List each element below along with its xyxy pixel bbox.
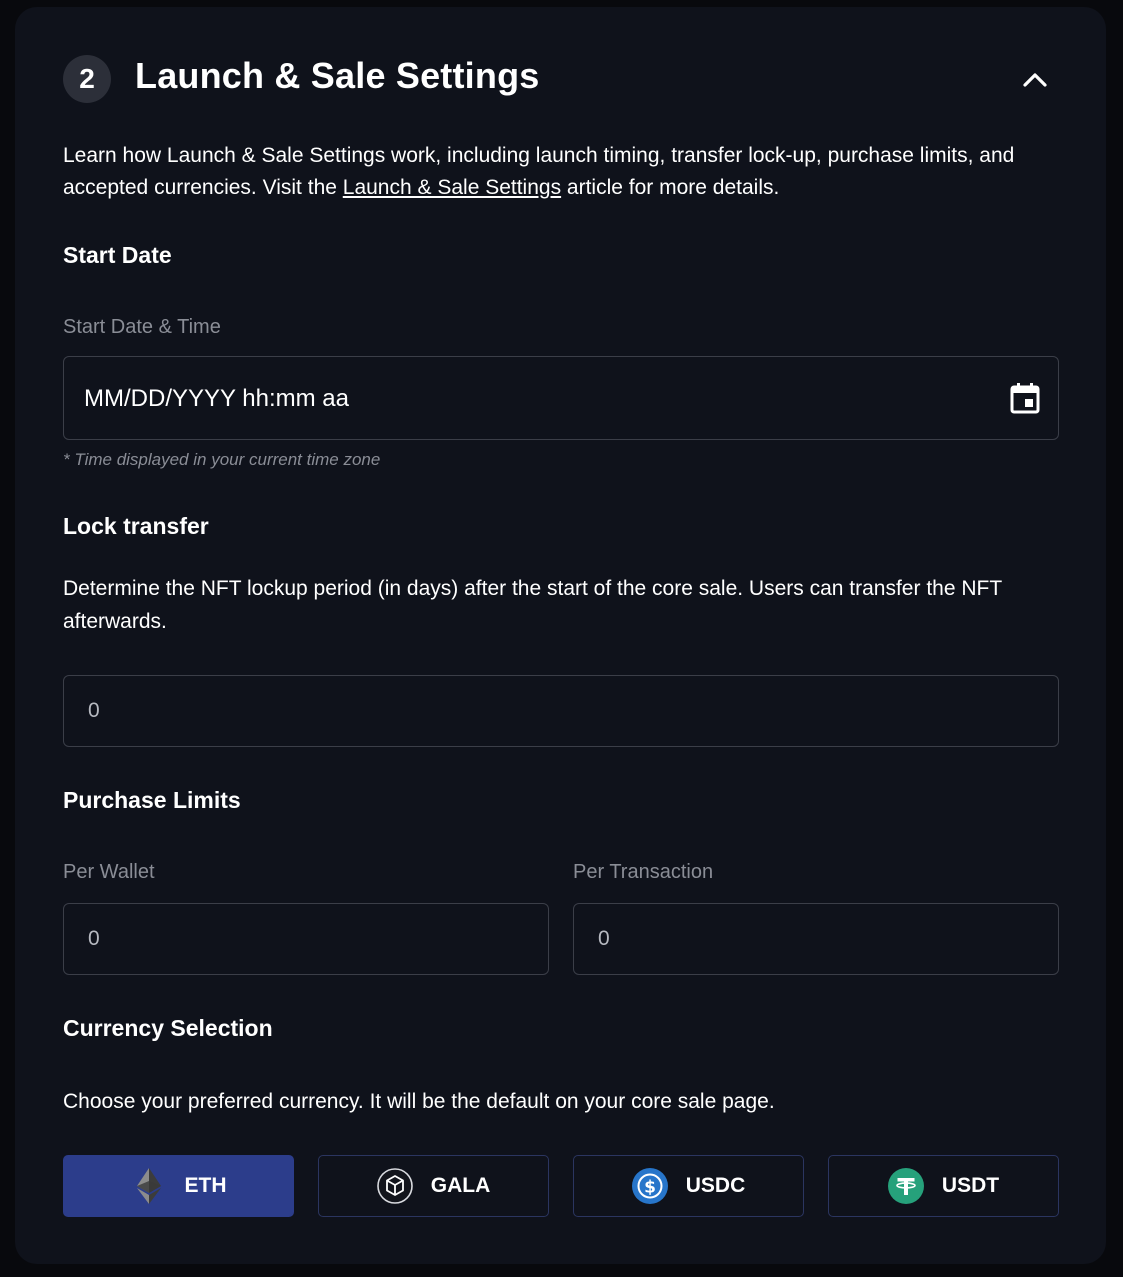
start-date-heading: Start Date [63,242,172,268]
per-wallet-input[interactable]: 0 [63,903,549,975]
currency-label-eth: ETH [184,1174,227,1197]
start-date-label: Start Date & Time [63,316,221,338]
currency-option-usdc[interactable]: $ USDC [573,1155,804,1217]
lock-transfer-value: 0 [88,699,100,722]
per-wallet-label: Per Wallet [63,861,155,883]
lock-transfer-heading: Lock transfer [63,513,209,539]
currency-label-gala: GALA [430,1174,491,1197]
currency-label-usdc: USDC [685,1174,746,1197]
lock-transfer-input[interactable]: 0 [63,675,1059,747]
gala-icon [376,1168,413,1204]
start-date-placeholder: MM/DD/YYYY hh:mm aa [84,385,349,412]
eth-icon [131,1168,167,1204]
currency-option-gala[interactable]: GALA [318,1155,549,1217]
svg-text:$: $ [644,1178,656,1198]
per-transaction-input[interactable]: 0 [573,903,1059,975]
currency-option-eth[interactable]: ETH [63,1155,294,1217]
currency-selection-heading: Currency Selection [63,1015,273,1041]
collapse-button[interactable] [1015,62,1055,98]
currency-label-usdt: USDT [941,1174,1000,1197]
per-transaction-value: 0 [598,927,610,950]
chevron-up-icon [1023,73,1047,87]
intro-text-end: article for more details. [561,176,780,199]
start-date-input[interactable]: MM/DD/YYYY hh:mm aa [63,356,1059,440]
step-number-badge: 2 [63,55,111,103]
launch-sale-settings-link[interactable]: Launch & Sale Settings [343,176,561,199]
usdc-icon: $ [631,1168,668,1204]
per-wallet-value: 0 [88,927,100,950]
currency-description: Choose your preferred currency. It will … [63,1090,775,1113]
launch-sale-settings-card: 2 Launch & Sale Settings Learn how Launc… [15,7,1106,1264]
per-transaction-label: Per Transaction [573,861,714,883]
lock-transfer-description: Determine the NFT lockup period (in days… [63,577,1002,633]
purchase-limits-heading: Purchase Limits [63,787,241,813]
usdt-icon [887,1168,924,1204]
calendar-icon[interactable] [1010,382,1040,419]
section-intro: Learn how Launch & Sale Settings work, i… [63,140,1053,204]
currency-option-usdt[interactable]: USDT [828,1155,1059,1217]
section-title: Launch & Sale Settings [135,55,540,96]
timezone-hint: * Time displayed in your current time zo… [63,450,381,469]
